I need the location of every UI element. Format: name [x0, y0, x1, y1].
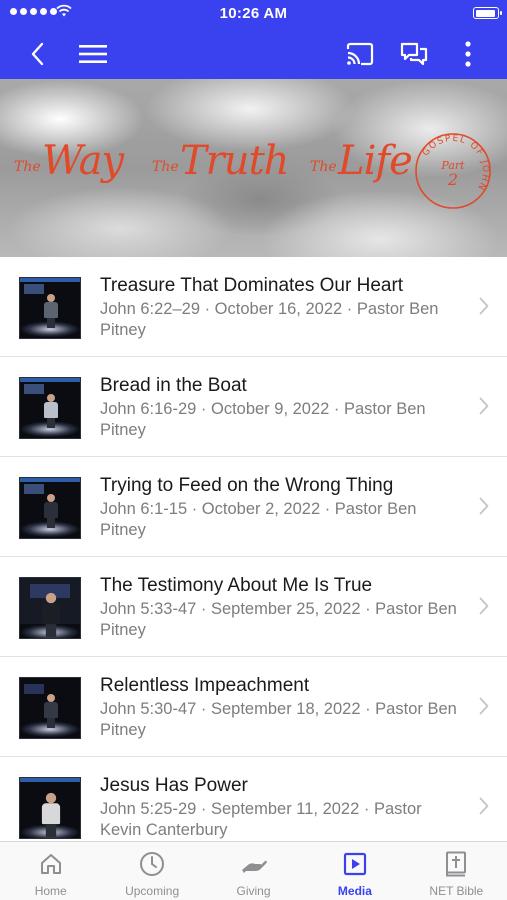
sermon-row[interactable]: Trying to Feed on the Wrong Thing John 6…: [0, 457, 507, 557]
chevron-right-icon: [479, 297, 489, 315]
status-time: 10:26 AM: [219, 5, 288, 22]
sermon-title: Trying to Feed on the Wrong Thing: [100, 475, 394, 496]
sermon-meta: John 5:25-29 · September 11, 2022 · Past…: [100, 800, 422, 839]
tab-label: NET Bible: [429, 884, 484, 898]
sermon-row[interactable]: The Testimony About Me Is True John 5:33…: [0, 557, 507, 657]
tab-label: Upcoming: [125, 884, 180, 898]
chevron-right-icon: [479, 497, 489, 515]
bible-icon: [441, 850, 471, 878]
banner-word-truth: Truth: [180, 138, 289, 184]
chevron-right-icon: [479, 397, 489, 415]
chat-button[interactable]: [396, 36, 432, 72]
more-vertical-icon: [465, 41, 471, 67]
nav-bar: [0, 28, 507, 79]
tab-bar: Home Upcoming Giving Media NET Bible: [0, 841, 507, 900]
chevron-right-icon: [479, 597, 489, 615]
sermon-thumbnail: [19, 677, 81, 739]
sermon-row[interactable]: Relentless Impeachment John 5:30-47 · Se…: [0, 657, 507, 757]
tab-label: Media: [337, 884, 372, 898]
tab-label: Giving: [236, 884, 271, 898]
sermon-thumbnail: [19, 377, 81, 439]
sermon-meta: John 5:33-47 · September 25, 2022 · Past…: [100, 600, 457, 639]
chevron-left-icon: [31, 42, 44, 66]
badge-part-number: 2: [447, 170, 458, 189]
sermon-row[interactable]: Treasure That Dominates Our Heart John 6…: [0, 257, 507, 357]
tab-net-bible[interactable]: NET Bible: [406, 842, 507, 900]
giving-hand-icon: [239, 850, 269, 878]
tab-giving[interactable]: Giving: [203, 842, 304, 900]
series-banner: The Way The Truth The Life GOSPEL OF JOH…: [0, 79, 507, 257]
sermon-thumbnail: [19, 277, 81, 339]
banner-word-the: The: [14, 159, 41, 175]
sermon-title: Relentless Impeachment: [100, 675, 310, 696]
media-play-icon: [340, 850, 370, 878]
sermon-meta: John 6:1-15 · October 2, 2022 · Pastor B…: [100, 500, 417, 539]
sermon-thumbnail: [19, 477, 81, 539]
sermon-meta: John 5:30-47 · September 18, 2022 · Past…: [100, 700, 457, 739]
sermon-title: The Testimony About Me Is True: [100, 575, 373, 596]
banner-word-the: The: [152, 159, 179, 175]
tab-upcoming[interactable]: Upcoming: [101, 842, 202, 900]
battery-icon: [473, 7, 502, 19]
chevron-right-icon: [479, 697, 489, 715]
back-button[interactable]: [20, 36, 56, 72]
clock-icon: [137, 850, 167, 878]
banner-word-life: Life: [338, 138, 413, 184]
cast-button[interactable]: [342, 36, 378, 72]
chevron-right-icon: [479, 797, 489, 815]
gospel-of-john-badge: GOSPEL OF JOHN Part 2: [415, 133, 491, 209]
hamburger-menu-icon: [79, 45, 107, 63]
sermon-row[interactable]: Jesus Has Power John 5:25-29 · September…: [0, 757, 507, 841]
chat-bubbles-icon: [400, 42, 428, 66]
banner-word-way: Way: [42, 138, 124, 184]
sermon-thumbnail: [19, 577, 81, 639]
sermon-row[interactable]: Bread in the Boat John 6:16-29 · October…: [0, 357, 507, 457]
tab-media[interactable]: Media: [304, 842, 405, 900]
menu-button[interactable]: [75, 36, 111, 72]
cast-icon: [346, 42, 374, 66]
tab-home[interactable]: Home: [0, 842, 101, 900]
tab-label: Home: [34, 884, 67, 898]
more-button[interactable]: [450, 36, 486, 72]
banner-word-the: The: [310, 159, 337, 175]
sermon-thumbnail: [19, 777, 81, 839]
sermon-meta: John 6:16-29 · October 9, 2022 · Pastor …: [100, 400, 426, 439]
sermon-list: Treasure That Dominates Our Heart John 6…: [0, 257, 507, 841]
banner-title: The Way The Truth The Life: [12, 134, 413, 204]
sermon-title: Treasure That Dominates Our Heart: [100, 275, 404, 296]
sermon-title: Jesus Has Power: [100, 775, 248, 796]
sermon-meta: John 6:22–29 · October 16, 2022 · Pastor…: [100, 300, 439, 339]
home-icon: [36, 850, 66, 878]
sermon-title: Bread in the Boat: [100, 375, 247, 396]
status-bar: 10:26 AM: [0, 0, 507, 28]
